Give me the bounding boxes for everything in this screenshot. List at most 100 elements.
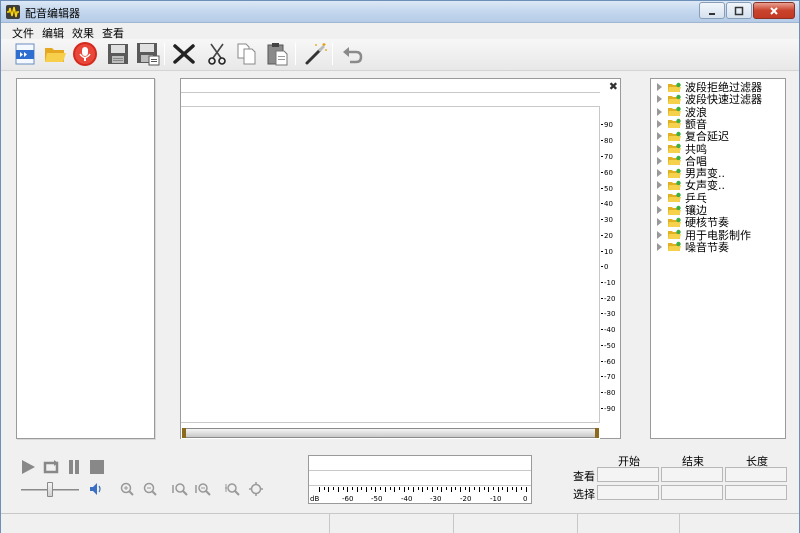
expand-arrow-icon[interactable] bbox=[657, 156, 663, 165]
cut-icon bbox=[208, 43, 226, 65]
db-tick: 40 bbox=[601, 200, 613, 208]
paste-button[interactable] bbox=[265, 41, 291, 67]
expand-arrow-icon[interactable] bbox=[657, 144, 663, 153]
play-button[interactable] bbox=[19, 458, 37, 476]
menu-bar: 文件 编辑 效果 查看 bbox=[1, 23, 799, 40]
meter-tick-mark bbox=[361, 487, 363, 490]
select-end-field[interactable] bbox=[661, 485, 723, 500]
db-tick: 80 bbox=[601, 137, 613, 145]
meter-tick-mark bbox=[455, 487, 457, 490]
stop-button[interactable] bbox=[88, 458, 106, 476]
waveform-area[interactable] bbox=[181, 107, 600, 422]
record-button[interactable] bbox=[72, 41, 98, 67]
status-cell bbox=[578, 514, 680, 533]
undo-button[interactable] bbox=[339, 41, 365, 67]
meter-tick-mark bbox=[521, 487, 523, 490]
effect-tree-item[interactable]: 波段快速过滤器 bbox=[657, 93, 762, 106]
close-editor-button[interactable]: ✖ bbox=[609, 80, 618, 93]
effect-folder-icon bbox=[668, 106, 681, 117]
expand-arrow-icon[interactable] bbox=[657, 83, 663, 91]
cut-button[interactable] bbox=[204, 41, 230, 67]
db-tick: 30 bbox=[601, 216, 613, 224]
toolbar bbox=[1, 39, 799, 71]
zoom-all-button[interactable] bbox=[247, 481, 265, 497]
zoom-selection-button[interactable] bbox=[171, 481, 189, 497]
zoom-in-button[interactable] bbox=[119, 481, 135, 497]
db-tick: -20 bbox=[601, 295, 615, 303]
effect-folder-icon bbox=[668, 168, 681, 178]
transport-controls bbox=[1, 449, 301, 509]
db-tick: -70 bbox=[601, 373, 615, 381]
expand-arrow-icon[interactable] bbox=[657, 218, 663, 227]
volume-button[interactable] bbox=[87, 481, 103, 497]
meter-tick: dB bbox=[310, 495, 320, 503]
status-cell bbox=[330, 514, 454, 533]
expand-arrow-icon[interactable] bbox=[657, 206, 663, 214]
meter-tick-mark bbox=[370, 487, 372, 490]
expand-arrow-icon[interactable] bbox=[657, 119, 663, 128]
effect-label: 噪音节奏 bbox=[685, 240, 729, 254]
close-button[interactable] bbox=[753, 2, 795, 19]
meter-scale: dB -60 -50 -40 -30 -20 -10 0 bbox=[309, 487, 531, 504]
new-icon bbox=[15, 43, 35, 65]
new-button[interactable] bbox=[12, 41, 38, 67]
db-tick: -50 bbox=[601, 342, 615, 350]
db-tick: -90 bbox=[601, 405, 615, 413]
db-tick: -30 bbox=[601, 310, 615, 318]
expand-arrow-icon[interactable] bbox=[657, 181, 663, 190]
effect-folder-icon bbox=[668, 205, 681, 215]
maximize-icon bbox=[734, 6, 744, 15]
expand-arrow-icon[interactable] bbox=[657, 95, 663, 104]
scrollbar-thumb[interactable] bbox=[182, 428, 599, 438]
meter-tick-mark bbox=[445, 487, 447, 490]
effect-folder-icon bbox=[668, 94, 681, 104]
meter-tick-mark bbox=[427, 487, 429, 490]
volume-slider-thumb[interactable] bbox=[47, 482, 53, 497]
effect-folder-icon bbox=[668, 192, 681, 203]
scroll-start-handle[interactable] bbox=[182, 428, 186, 438]
save-button[interactable] bbox=[105, 41, 131, 67]
save-as-button[interactable] bbox=[135, 41, 161, 67]
scroll-end-handle[interactable] bbox=[595, 428, 599, 438]
effect-folder-icon bbox=[668, 131, 681, 141]
file-list-panel[interactable] bbox=[16, 78, 155, 439]
expand-arrow-icon[interactable] bbox=[657, 132, 663, 141]
effect-folder-icon bbox=[668, 229, 681, 240]
left-channel-meter bbox=[309, 456, 531, 471]
meter-tick-mark bbox=[408, 487, 410, 490]
meter-tick-mark bbox=[422, 487, 424, 492]
expand-arrow-icon[interactable] bbox=[657, 107, 663, 116]
meter-tick-mark bbox=[394, 487, 396, 492]
view-end-field[interactable] bbox=[661, 467, 723, 482]
db-tick: 20 bbox=[601, 232, 613, 240]
zoom-fit-icon bbox=[195, 483, 211, 496]
pause-button[interactable] bbox=[65, 458, 83, 476]
loop-button[interactable] bbox=[42, 458, 60, 476]
zoom-vertical-in-button[interactable] bbox=[223, 481, 241, 497]
meter-tick-mark bbox=[478, 487, 480, 492]
open-button[interactable] bbox=[42, 41, 68, 67]
meter-tick-mark bbox=[384, 487, 386, 492]
maximize-button[interactable] bbox=[726, 2, 752, 19]
select-length-field[interactable] bbox=[725, 485, 787, 500]
status-cell bbox=[1, 514, 330, 533]
expand-arrow-icon[interactable] bbox=[657, 242, 663, 251]
delete-button[interactable] bbox=[171, 41, 197, 67]
meter-tick-mark bbox=[333, 487, 335, 490]
db-scale: 90 80 70 60 50 40 30 20 10 0 -10 -20 -30… bbox=[601, 107, 621, 422]
zoom-out-button[interactable] bbox=[142, 481, 158, 497]
horizontal-scrollbar[interactable] bbox=[181, 422, 600, 439]
expand-arrow-icon[interactable] bbox=[657, 230, 663, 239]
minimize-button[interactable] bbox=[699, 2, 725, 19]
expand-arrow-icon[interactable] bbox=[657, 193, 663, 202]
expand-arrow-icon[interactable] bbox=[657, 169, 663, 178]
meter-tick: -60 bbox=[342, 495, 354, 503]
effects-button[interactable] bbox=[303, 41, 329, 67]
meter-tick-mark bbox=[492, 487, 494, 490]
zoom-fit-button[interactable] bbox=[194, 481, 212, 497]
view-start-field[interactable] bbox=[597, 467, 659, 482]
effect-tree-item[interactable]: 噪音节奏 bbox=[657, 240, 729, 254]
copy-button[interactable] bbox=[234, 41, 260, 67]
view-length-field[interactable] bbox=[725, 467, 787, 482]
select-start-field[interactable] bbox=[597, 485, 659, 500]
